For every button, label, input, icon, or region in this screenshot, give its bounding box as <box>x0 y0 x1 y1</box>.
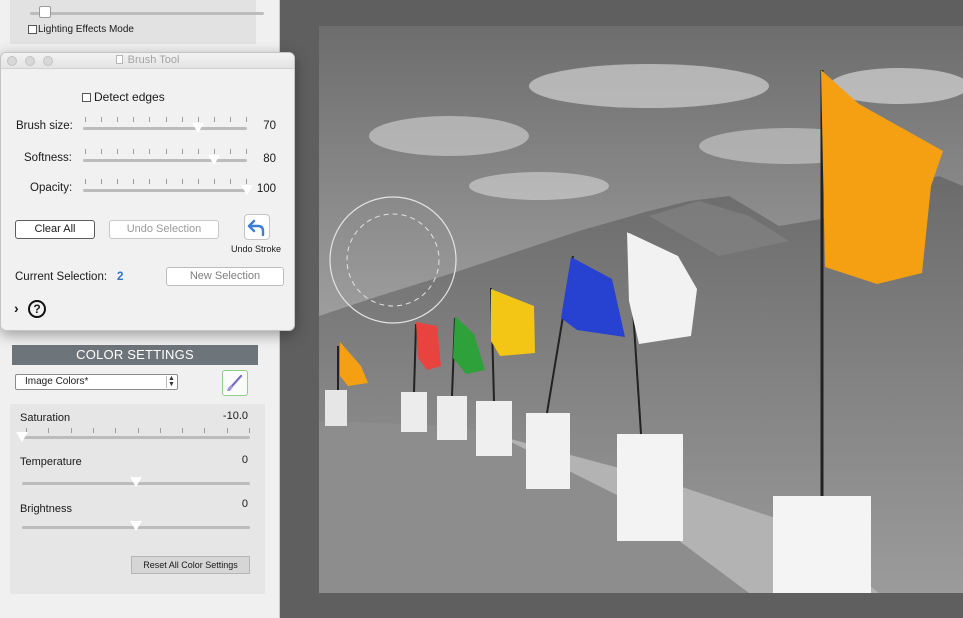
temperature-value: 0 <box>241 454 248 466</box>
tick-mark <box>159 428 161 433</box>
color-settings-header: COLOR SETTINGS <box>12 345 258 365</box>
brush-tool-window: Brush Tool Detect edges Brush size: 70 S… <box>0 52 295 331</box>
opacity-value: 100 <box>256 183 276 195</box>
tick-mark <box>249 428 250 433</box>
softness-value: 80 <box>263 153 276 165</box>
lighting-slider-track[interactable] <box>30 12 264 15</box>
tick-mark <box>101 149 103 154</box>
tick-mark <box>197 179 199 184</box>
current-selection-label: Current Selection: <box>15 271 108 283</box>
reset-color-settings-button[interactable]: Reset All Color Settings <box>131 556 250 574</box>
window-title-bar[interactable]: Brush Tool <box>1 53 294 69</box>
color-preset-value: Image Colors* <box>25 376 89 387</box>
clear-all-button[interactable]: Clear All <box>15 220 95 239</box>
tick-mark <box>92 428 94 433</box>
paint-brush-button[interactable] <box>222 370 248 396</box>
brightness-label: Brightness <box>20 503 72 515</box>
current-selection-value: 2 <box>117 271 124 283</box>
tick-mark <box>165 117 167 122</box>
undo-stroke-label: Undo Stroke <box>230 244 282 254</box>
saturation-ticks <box>26 428 250 434</box>
tick-mark <box>149 179 151 184</box>
tick-mark <box>182 428 184 433</box>
tick-mark <box>165 179 167 184</box>
chevron-right-icon[interactable]: › <box>14 300 19 316</box>
opacity-track[interactable] <box>83 189 247 192</box>
opacity-ticks <box>85 179 247 185</box>
tick-mark <box>133 117 135 122</box>
photo-preview <box>319 26 963 593</box>
brush-size-thumb[interactable] <box>191 123 204 133</box>
lighting-effects-checkbox[interactable] <box>28 25 37 34</box>
tick-mark <box>149 149 151 154</box>
softness-ticks <box>85 149 247 155</box>
lighting-panel: Lighting Effects Mode <box>10 0 264 44</box>
brightness-value: 0 <box>241 498 248 510</box>
document-icon <box>115 55 123 64</box>
tick-mark <box>117 117 119 122</box>
tick-mark <box>101 117 103 122</box>
select-stepper-icon: ▲ ▼ <box>166 375 176 388</box>
tick-mark <box>213 117 215 122</box>
saturation-label: Saturation <box>20 412 71 424</box>
tick-mark <box>101 179 103 184</box>
temperature-label: Temperature <box>20 456 82 468</box>
tick-mark <box>133 179 135 184</box>
brush-size-label: Brush size: <box>16 120 73 132</box>
new-selection-button[interactable]: New Selection <box>166 267 284 286</box>
lighting-effects-label: Lighting Effects Mode <box>38 24 134 35</box>
saturation-thumb[interactable] <box>16 432 28 442</box>
tick-mark <box>181 117 183 122</box>
undo-stroke-button[interactable] <box>244 214 270 240</box>
tick-mark <box>117 179 119 184</box>
tick-mark <box>85 179 86 184</box>
tick-mark <box>70 428 72 433</box>
tick-mark <box>181 179 183 184</box>
brightness-thumb[interactable] <box>130 521 142 531</box>
image-canvas[interactable] <box>319 26 963 593</box>
tick-mark <box>137 428 139 433</box>
tick-mark <box>115 428 117 433</box>
tick-mark <box>133 149 135 154</box>
tick-mark <box>165 149 167 154</box>
softness-thumb[interactable] <box>208 155 221 165</box>
tick-mark <box>229 149 231 154</box>
tick-mark <box>85 117 86 122</box>
saturation-value: -10.0 <box>222 410 248 422</box>
tick-mark <box>85 149 86 154</box>
brush-size-value: 70 <box>263 120 276 132</box>
softness-label: Softness: <box>24 152 72 164</box>
softness-track[interactable] <box>83 159 247 162</box>
tick-mark <box>213 179 215 184</box>
window-title: Brush Tool <box>1 54 294 66</box>
tick-mark <box>229 179 231 184</box>
tick-mark <box>149 117 151 122</box>
tick-mark <box>48 428 50 433</box>
undo-arrow-icon <box>247 219 265 237</box>
help-circle-icon[interactable]: ? <box>28 300 46 318</box>
tick-mark <box>226 428 228 433</box>
tick-mark <box>197 149 199 154</box>
saturation-track[interactable] <box>22 436 250 439</box>
color-preset-select[interactable]: Image Colors* ▲ ▼ <box>15 374 178 390</box>
tick-mark <box>117 149 119 154</box>
lighting-slider-thumb[interactable] <box>39 6 51 18</box>
tick-mark <box>213 149 215 154</box>
tick-mark <box>181 149 183 154</box>
tick-mark <box>229 117 231 122</box>
detect-edges-checkbox[interactable] <box>82 93 91 102</box>
tick-mark <box>204 428 206 433</box>
brush-size-track[interactable] <box>83 127 247 130</box>
paint-brush-icon <box>227 374 243 391</box>
temperature-thumb[interactable] <box>130 477 142 487</box>
brush-size-ticks <box>85 117 247 123</box>
undo-selection-button[interactable]: Undo Selection <box>109 220 219 239</box>
tick-mark <box>197 117 199 122</box>
opacity-label: Opacity: <box>30 182 73 194</box>
window-title-text: Brush Tool <box>127 54 180 66</box>
detect-edges-label: Detect edges <box>94 90 165 104</box>
